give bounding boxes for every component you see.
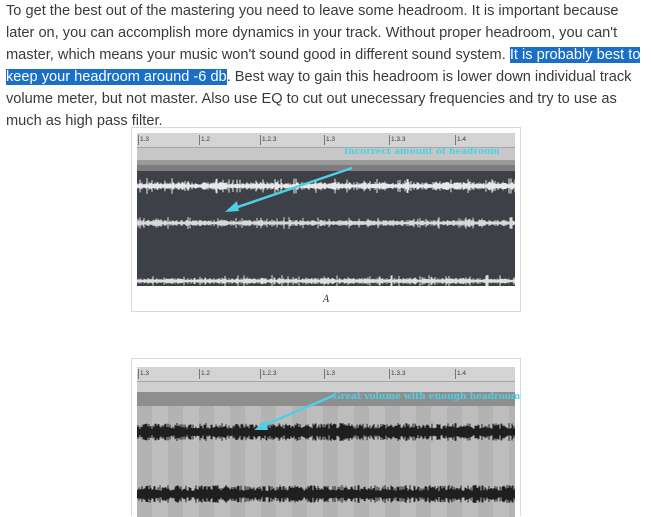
ruler-tick: 1.2.3 <box>260 369 277 379</box>
ruler-tick: 1.3.3 <box>389 135 406 145</box>
ruler-tick: 1.2 <box>199 135 211 145</box>
waveform-display <box>137 148 515 286</box>
ruler-tick: 1.3 <box>138 369 150 379</box>
figure-good-headroom: 1.3 1.2 1.2.3 1.3 1.3.3 1.4 Great volume… <box>131 358 521 517</box>
annotation-good-headroom: Great volume with enough headroom <box>333 392 521 402</box>
ruler-tick: 1.2 <box>199 369 211 379</box>
ruler-tick: 1.3 <box>324 369 336 379</box>
ruler-tick: 1.4 <box>455 369 467 379</box>
ruler-tick: 1.2.3 <box>260 135 277 145</box>
waveform-display <box>137 382 515 517</box>
ruler-tick: 1.3.3 <box>389 369 406 379</box>
article-paragraph: To get the best out of the mastering you… <box>6 0 646 132</box>
annotation-incorrect-headroom: Incorrect amount of headroom <box>344 147 500 157</box>
figure-caption: A <box>322 294 330 305</box>
ruler-tick: 1.3 <box>138 135 150 145</box>
ruler-tick: 1.3 <box>324 135 336 145</box>
ruler-tick: 1.4 <box>455 135 467 145</box>
waveform-graphic <box>137 148 515 286</box>
timeline-ruler: 1.3 1.2 1.2.3 1.3 1.3.3 1.4 <box>137 367 515 382</box>
waveform-graphic <box>137 382 515 517</box>
timeline-ruler: 1.3 1.2 1.2.3 1.3 1.3.3 1.4 <box>137 133 515 148</box>
figure-incorrect-headroom: 1.3 1.2 1.2.3 1.3 1.3.3 1.4 Incorrect am… <box>131 127 521 312</box>
